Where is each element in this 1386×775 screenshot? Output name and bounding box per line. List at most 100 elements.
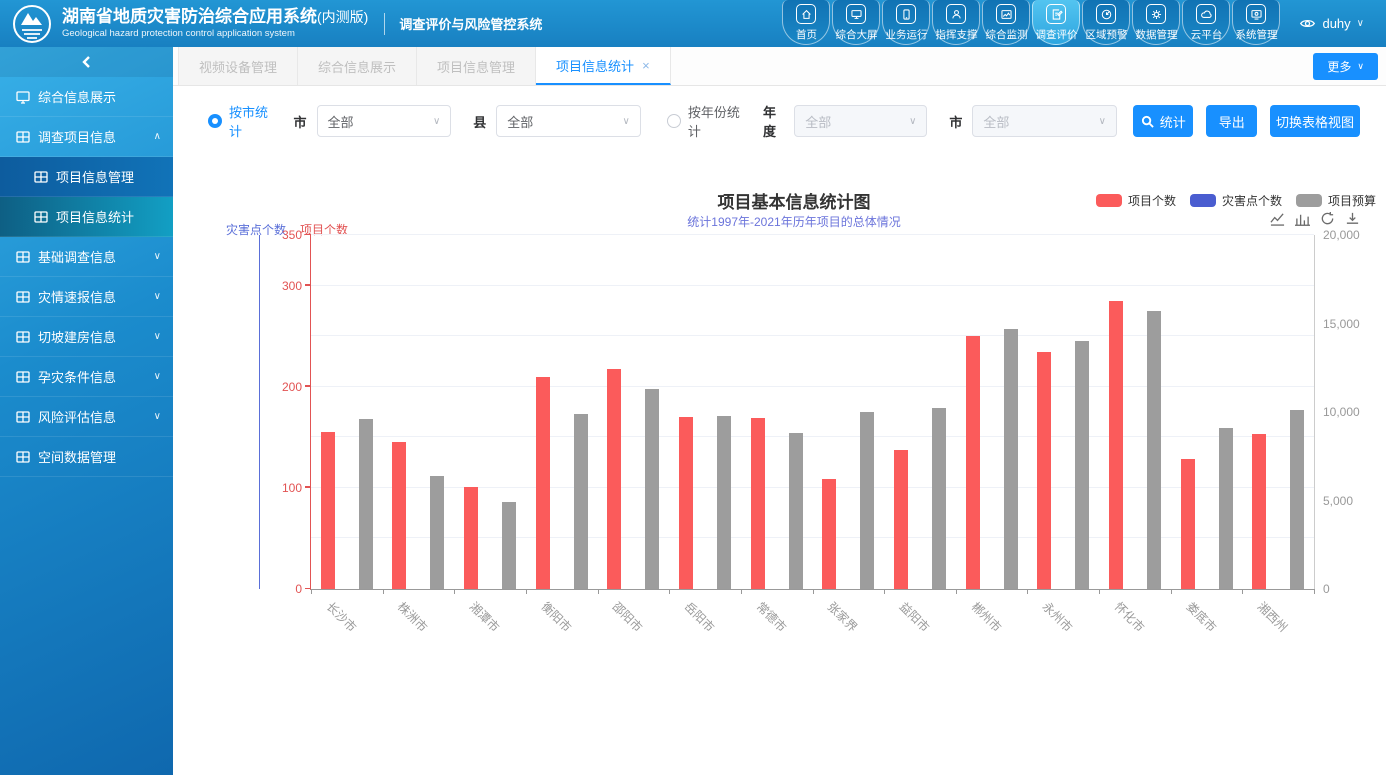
sidebar-item-hazard-condition-info[interactable]: 孕灾条件信息 ∨ xyxy=(0,357,173,397)
grid-icon xyxy=(16,130,30,144)
chevron-down-icon: ∨ xyxy=(1099,116,1106,127)
big-screen-icon xyxy=(846,4,866,24)
legend-label: 项目预算 xyxy=(1328,192,1376,209)
download-icon[interactable] xyxy=(1345,211,1360,226)
secondary-y-axis-tick-label: 20,000 xyxy=(1323,228,1360,242)
tab-comprehensive-info-display[interactable]: 综合信息展示 xyxy=(298,47,417,85)
nav-item-data-management[interactable]: 数据管理 xyxy=(1132,0,1180,45)
sidebar-item-comprehensive-info-display[interactable]: 综合信息展示 xyxy=(0,77,173,117)
legend-item-project-count[interactable]: 项目个数 xyxy=(1096,192,1176,209)
nav-item-cloud-platform[interactable]: 云平台 xyxy=(1182,0,1230,45)
app-title-text: 湖南省地质灾害防治综合应用系统 xyxy=(62,7,317,26)
bar-group xyxy=(679,235,731,589)
y-axis-tick-mark xyxy=(305,385,311,387)
chevron-down-icon: ∨ xyxy=(1357,61,1364,72)
chevron-down-icon: ∨ xyxy=(433,116,440,127)
nav-item-survey-evaluation[interactable]: 调查评价 xyxy=(1032,0,1080,45)
sidebar-item-basic-survey-info[interactable]: 基础调查信息 ∨ xyxy=(0,237,173,277)
gridline xyxy=(311,335,1314,336)
secondary-y-axis-tick-label: 10,000 xyxy=(1323,405,1360,419)
statistics-button-label: 统计 xyxy=(1160,112,1186,131)
nav-label: 调查评价 xyxy=(1035,27,1077,42)
city2-select[interactable]: 全部 ∨ xyxy=(972,105,1117,137)
sidebar-item-survey-project-info[interactable]: 调查项目信息 ∧ xyxy=(0,117,173,157)
sidebar-item-project-info-management[interactable]: 项目信息管理 xyxy=(0,157,173,197)
bar-项目个数 xyxy=(822,479,836,589)
nav-item-system-management[interactable]: 系统管理 xyxy=(1232,0,1280,45)
statistics-button[interactable]: 统计 xyxy=(1133,105,1193,137)
sidebar-item-label: 综合信息展示 xyxy=(38,87,161,106)
nav-label: 指挥支撑 xyxy=(935,27,977,42)
app-subtitle-en: Geological hazard protection control app… xyxy=(62,29,368,39)
header-divider xyxy=(384,13,385,35)
y-axis-tick-mark xyxy=(305,234,311,236)
gridline xyxy=(311,487,1314,488)
x-axis-tick-mark xyxy=(741,589,742,594)
x-axis-category-label: 长沙市 xyxy=(323,598,360,635)
sidebar-item-risk-assessment-info[interactable]: 风险评估信息 ∨ xyxy=(0,397,173,437)
grid-icon xyxy=(16,290,30,304)
nav-item-business-operation[interactable]: 业务运行 xyxy=(882,0,930,45)
user-menu[interactable]: duhy ∨ xyxy=(1299,15,1364,32)
chevron-down-icon: ∨ xyxy=(623,116,630,127)
radio-by-year-label[interactable]: 按年份统计 xyxy=(688,102,741,140)
radio-by-city[interactable] xyxy=(208,114,222,128)
export-button[interactable]: 导出 xyxy=(1206,105,1257,137)
tab-video-device-management[interactable]: 视频设备管理 xyxy=(178,47,298,85)
county-select[interactable]: 全部 ∨ xyxy=(496,105,641,137)
refresh-icon[interactable] xyxy=(1320,211,1335,226)
app-title-block: 湖南省地质灾害防治综合应用系统(内测版) Geological hazard p… xyxy=(62,8,368,39)
sidebar-item-label: 风险评估信息 xyxy=(38,407,154,426)
bar-项目预算 xyxy=(789,433,803,589)
x-axis-tick-mark xyxy=(1242,589,1243,594)
sidebar-item-slope-housing-info[interactable]: 切坡建房信息 ∨ xyxy=(0,317,173,357)
nav-label: 区域预警 xyxy=(1085,27,1127,42)
chart-plot[interactable]: 010020030035005,00010,00015,00020,000长沙市… xyxy=(310,235,1315,590)
monitoring-icon xyxy=(996,4,1016,24)
chevron-up-icon: ∧ xyxy=(154,131,161,142)
nav-label: 首页 xyxy=(796,27,817,42)
regional-warning-icon xyxy=(1096,4,1116,24)
city-label: 市 xyxy=(294,112,307,131)
table-view-toggle-button[interactable]: 切换表格视图 xyxy=(1270,105,1360,137)
sidebar-collapse-button[interactable] xyxy=(0,47,173,77)
more-button[interactable]: 更多 ∨ xyxy=(1313,53,1378,80)
nav-item-big-screen[interactable]: 综合大屏 xyxy=(832,0,880,45)
city-select[interactable]: 全部 ∨ xyxy=(317,105,452,137)
nav-label: 数据管理 xyxy=(1135,27,1177,42)
radio-by-city-label[interactable]: 按市统计 xyxy=(229,102,272,140)
tab-project-info-management[interactable]: 项目信息管理 xyxy=(417,47,536,85)
tab-close-icon[interactable]: × xyxy=(642,58,650,73)
sidebar-item-disaster-report-info[interactable]: 灾情速报信息 ∨ xyxy=(0,277,173,317)
nav-item-command-support[interactable]: 指挥支撑 xyxy=(932,0,980,45)
bar-chart-icon[interactable] xyxy=(1295,211,1310,226)
tab-project-info-statistics[interactable]: 项目信息统计 × xyxy=(536,47,671,85)
bar-项目个数 xyxy=(751,418,765,589)
nav-item-monitoring[interactable]: 综合监测 xyxy=(982,0,1030,45)
x-axis-tick-mark xyxy=(1171,589,1172,594)
radio-by-year[interactable] xyxy=(667,114,681,128)
sidebar-item-project-info-statistics[interactable]: 项目信息统计 xyxy=(0,197,173,237)
nav-item-regional-warning[interactable]: 区域预警 xyxy=(1082,0,1130,45)
line-chart-icon[interactable] xyxy=(1270,211,1285,226)
legend-item-hazard-point-count[interactable]: 灾害点个数 xyxy=(1190,192,1282,209)
bar-group xyxy=(1252,235,1304,589)
top-nav: 首页 综合大屏 业务运行 指挥支撑 综合监测 调查评价 xyxy=(781,0,1281,47)
county-select-value: 全部 xyxy=(507,112,622,131)
x-axis-tick-mark xyxy=(311,589,312,594)
legend-item-project-budget[interactable]: 项目预算 xyxy=(1296,192,1376,209)
system-management-icon xyxy=(1246,4,1266,24)
main-content: 视频设备管理 综合信息展示 项目信息管理 项目信息统计 × 更多 ∨ 按市统计 … xyxy=(173,47,1386,775)
grid-icon xyxy=(34,170,48,184)
username: duhy xyxy=(1322,16,1350,31)
eye-icon xyxy=(1299,15,1316,32)
chevron-down-icon: ∨ xyxy=(154,291,161,302)
secondary-y-axis-tick-label: 0 xyxy=(1323,582,1330,596)
sidebar-item-label: 基础调查信息 xyxy=(38,247,154,266)
nav-item-home[interactable]: 首页 xyxy=(782,0,830,45)
secondary-y-axis-tick-label: 15,000 xyxy=(1323,317,1360,331)
sidebar-item-spatial-data-management[interactable]: 空间数据管理 xyxy=(0,437,173,477)
app-title-suffix: (内测版) xyxy=(317,9,368,25)
year-select[interactable]: 全部 ∨ xyxy=(794,105,927,137)
legend-marker-gray xyxy=(1296,194,1322,207)
